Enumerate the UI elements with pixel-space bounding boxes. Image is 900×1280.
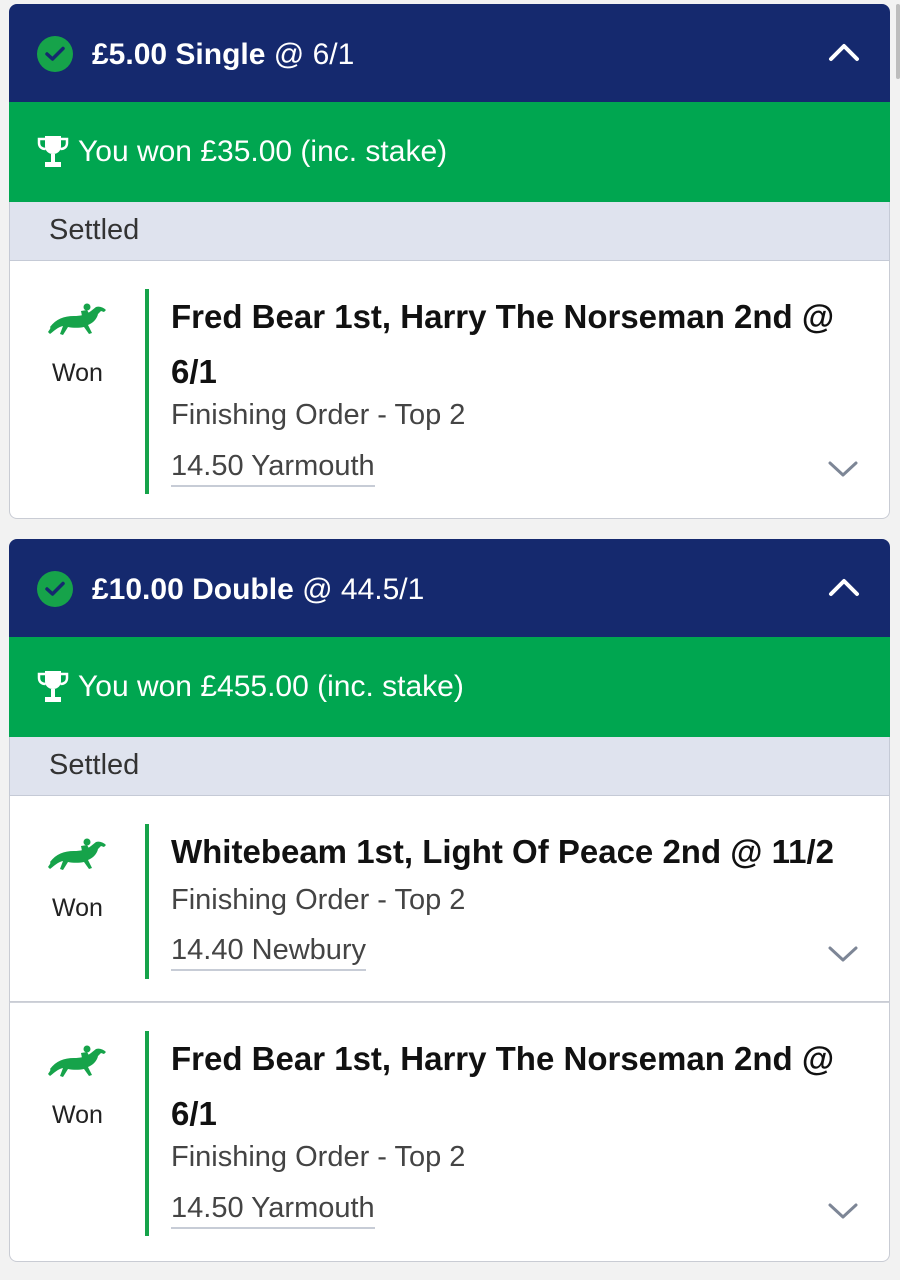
bet-type: Single xyxy=(175,38,266,71)
horse-racing-icon xyxy=(46,836,110,881)
leg-market: Finishing Order - Top 2 xyxy=(171,884,466,916)
leg-divider xyxy=(145,824,149,979)
bet-type: Double xyxy=(192,573,294,606)
leg-result: Won xyxy=(52,1101,103,1129)
bet-title: £10.00 Double @ 44.5/1 xyxy=(92,573,424,607)
bet-card: £5.00 Single @ 6/1 You won £35.00 (inc. … xyxy=(9,4,890,520)
chevron-up-icon[interactable] xyxy=(828,42,860,67)
bet-status: Settled xyxy=(9,737,890,795)
trophy-icon xyxy=(37,669,69,713)
horse-racing-icon xyxy=(46,301,110,346)
horse-racing-icon xyxy=(46,1043,110,1088)
bet-leg[interactable]: Won Fred Bear 1st, Harry The Norseman 2n… xyxy=(9,1002,890,1262)
chevron-down-icon[interactable] xyxy=(827,944,859,969)
bet-stake: £5.00 xyxy=(92,38,168,71)
bet-odds: @ 44.5/1 xyxy=(302,573,425,606)
leg-event[interactable]: 14.50 Yarmouth xyxy=(171,1192,375,1229)
leg-result: Won xyxy=(52,359,103,387)
check-circle-icon xyxy=(37,571,73,607)
winnings-text: You won £35.00 (inc. stake) xyxy=(78,135,448,168)
chevron-up-icon[interactable] xyxy=(828,577,860,602)
leg-event[interactable]: 14.40 Newbury xyxy=(171,934,367,971)
status-label: Settled xyxy=(49,214,140,246)
bet-header[interactable]: £5.00 Single @ 6/1 xyxy=(9,4,890,102)
bet-odds: @ 6/1 xyxy=(273,38,355,71)
leg-selection: Fred Bear 1st, Harry The Norseman 2nd @ … xyxy=(171,1040,835,1132)
bet-leg[interactable]: Won Fred Bear 1st, Harry The Norseman 2n… xyxy=(9,260,890,519)
status-label: Settled xyxy=(49,749,140,781)
chevron-down-icon[interactable] xyxy=(827,459,859,484)
leg-event[interactable]: 14.50 Yarmouth xyxy=(171,450,375,487)
check-circle-icon xyxy=(37,36,73,72)
leg-result: Won xyxy=(52,894,103,922)
leg-divider xyxy=(145,1031,149,1236)
leg-selection: Fred Bear 1st, Harry The Norseman 2nd @ … xyxy=(171,298,835,390)
bet-status: Settled xyxy=(9,202,890,260)
leg-selection: Whitebeam 1st, Light Of Peace 2nd @ 11/2 xyxy=(171,833,835,870)
leg-market: Finishing Order - Top 2 xyxy=(171,1141,466,1173)
winnings-banner: You won £455.00 (inc. stake) xyxy=(9,637,890,737)
bet-card: £10.00 Double @ 44.5/1 You won £455.00 (… xyxy=(9,539,890,1264)
leg-divider xyxy=(145,289,149,494)
page-scrollbar[interactable] xyxy=(896,4,900,79)
bet-header[interactable]: £10.00 Double @ 44.5/1 xyxy=(9,539,890,637)
bet-stake: £10.00 xyxy=(92,573,184,606)
trophy-icon xyxy=(37,134,69,178)
bet-leg[interactable]: Won Whitebeam 1st, Light Of Peace 2nd @ … xyxy=(9,795,890,1002)
chevron-down-icon[interactable] xyxy=(827,1201,859,1226)
bet-title: £5.00 Single @ 6/1 xyxy=(92,38,354,72)
winnings-text: You won £455.00 (inc. stake) xyxy=(78,670,464,703)
winnings-banner: You won £35.00 (inc. stake) xyxy=(9,102,890,202)
leg-market: Finishing Order - Top 2 xyxy=(171,399,466,431)
